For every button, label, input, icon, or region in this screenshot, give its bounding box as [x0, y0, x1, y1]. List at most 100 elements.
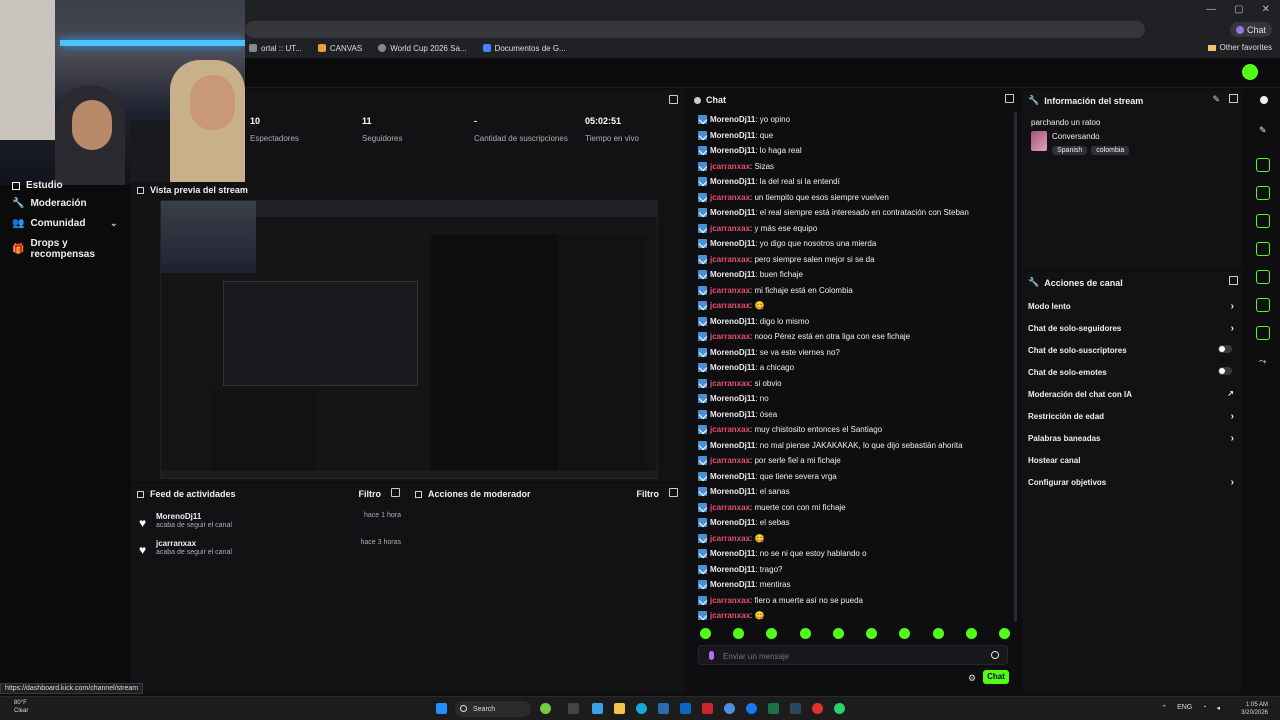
- chat-username[interactable]: MorenoDj11: [710, 177, 755, 186]
- chat-username[interactable]: jcarranxax: [710, 425, 750, 434]
- feed-item-user[interactable]: MorenoDj11: [156, 512, 201, 521]
- feed-item-user[interactable]: jcarranxax: [156, 539, 196, 548]
- channel-action-item[interactable]: Chat de solo-suscriptores: [1028, 345, 1236, 355]
- emote-icon[interactable]: [700, 628, 711, 639]
- chat-username[interactable]: jcarranxax: [710, 301, 750, 310]
- chevron-up-icon[interactable]: ⌃: [1161, 704, 1167, 712]
- popout-icon[interactable]: [391, 488, 400, 497]
- moderator-filter-button[interactable]: Filtro: [637, 489, 660, 499]
- emote-icon[interactable]: [766, 628, 778, 639]
- close-icon[interactable]: ✕: [1262, 4, 1270, 15]
- chat-username[interactable]: jcarranxax: [710, 224, 750, 233]
- share-icon[interactable]: ⤳: [1259, 356, 1266, 367]
- bookmark-item[interactable]: World Cup 2026 Sa...: [378, 44, 467, 53]
- stream-preview-video[interactable]: [160, 200, 658, 479]
- chat-username[interactable]: jcarranxax: [710, 286, 750, 295]
- list-icon[interactable]: [1256, 298, 1270, 312]
- chat-username[interactable]: jcarranxax: [710, 193, 750, 202]
- channel-action-item[interactable]: Moderación del chat con IA ↗: [1028, 389, 1236, 399]
- fullscreen-icon[interactable]: [137, 490, 144, 498]
- chat-input-box[interactable]: [698, 645, 1008, 665]
- store-icon[interactable]: [658, 703, 669, 714]
- emote-icon[interactable]: [932, 628, 944, 639]
- swap-icon[interactable]: [1256, 270, 1270, 284]
- chat-username[interactable]: MorenoDj11: [710, 115, 755, 124]
- chat-bubble-icon[interactable]: [1256, 242, 1270, 256]
- channel-action-item[interactable]: Restricción de edad ›: [1028, 411, 1236, 422]
- app-icon[interactable]: [812, 703, 823, 714]
- volume-icon[interactable]: ◂: [1216, 704, 1220, 712]
- bookmark-item[interactable]: ortal :: UT...: [249, 44, 302, 53]
- app-icon[interactable]: [724, 703, 735, 714]
- popout-icon[interactable]: [1229, 276, 1238, 285]
- bookmark-item[interactable]: Documentos de G...: [482, 44, 566, 53]
- minimize-icon[interactable]: —: [1206, 4, 1216, 15]
- sidebar-item-drops[interactable]: 🎁 Drops y recompensas: [12, 238, 131, 260]
- wifi-icon[interactable]: ◔: [1202, 704, 1206, 712]
- channel-action-item[interactable]: Palabras baneadas ›: [1028, 433, 1236, 444]
- other-favorites[interactable]: Other favorites: [1207, 43, 1272, 52]
- chat-username[interactable]: MorenoDj11: [710, 239, 755, 248]
- chat-username[interactable]: jcarranxax: [710, 332, 750, 341]
- emote-icon[interactable]: [866, 628, 878, 639]
- channel-action-item[interactable]: Configurar objetivos ›: [1028, 477, 1236, 488]
- weather-widget[interactable]: 80°F Clear: [14, 699, 28, 715]
- popout-icon[interactable]: [669, 488, 678, 497]
- folder-icon[interactable]: [614, 703, 625, 714]
- popout-icon[interactable]: [1005, 94, 1014, 103]
- channel-action-item[interactable]: Modo lento ›: [1028, 301, 1236, 312]
- edit-icon[interactable]: ✎: [1212, 94, 1220, 105]
- avatar[interactable]: [1242, 64, 1258, 80]
- chat-username[interactable]: MorenoDj11: [710, 208, 755, 217]
- emote-icon[interactable]: [998, 628, 1010, 639]
- chat-username[interactable]: jcarranxax: [710, 456, 750, 465]
- language-indicator[interactable]: ENG: [1177, 704, 1192, 712]
- toggle-switch[interactable]: [1218, 367, 1232, 375]
- chat-username[interactable]: jcarranxax: [710, 379, 750, 388]
- emote-icon[interactable]: [832, 628, 844, 639]
- chat-username[interactable]: MorenoDj11: [710, 394, 755, 403]
- emote-icon[interactable]: [799, 628, 811, 639]
- chat-username[interactable]: MorenoDj11: [710, 348, 755, 357]
- popout-icon[interactable]: [1229, 94, 1238, 103]
- emote-icon[interactable]: [899, 628, 911, 639]
- emote-icon[interactable]: [733, 628, 745, 639]
- tag[interactable]: colombia: [1091, 146, 1130, 155]
- sidebar-item-moderacion[interactable]: 🔧 Moderación: [12, 198, 87, 209]
- clock[interactable]: 1:05 AM 3/20/2026: [1241, 701, 1268, 717]
- chat-username[interactable]: MorenoDj11: [710, 146, 755, 155]
- app-icon[interactable]: [702, 703, 713, 714]
- tag[interactable]: Spanish: [1052, 146, 1088, 155]
- chat-username[interactable]: MorenoDj11: [710, 472, 755, 481]
- app-icon[interactable]: [540, 703, 551, 714]
- emote-picker-icon[interactable]: [991, 651, 999, 659]
- channel-action-item[interactable]: Chat de solo-emotes: [1028, 367, 1236, 377]
- document-icon[interactable]: [1256, 214, 1270, 228]
- maximize-icon[interactable]: ▢: [1234, 4, 1243, 15]
- taskbar-search[interactable]: Search: [455, 701, 531, 717]
- task-view-icon[interactable]: [568, 703, 579, 714]
- chat-username[interactable]: MorenoDj11: [710, 580, 755, 589]
- chat-username[interactable]: MorenoDj11: [710, 270, 755, 279]
- emote-icon[interactable]: [965, 628, 977, 639]
- chat-username[interactable]: MorenoDj11: [710, 518, 755, 527]
- chat-username[interactable]: jcarranxax: [710, 162, 750, 171]
- chat-username[interactable]: jcarranxax: [710, 611, 750, 620]
- channel-action-item[interactable]: Chat de solo-seguidores ›: [1028, 323, 1236, 334]
- sidebar-item-estudio[interactable]: Estudio: [12, 180, 63, 191]
- chat-scrollbar[interactable]: [1014, 112, 1017, 622]
- wrench-icon[interactable]: [1256, 326, 1270, 340]
- windows-start-icon[interactable]: [436, 703, 447, 714]
- whatsapp-icon[interactable]: [834, 703, 845, 714]
- chat-send-button[interactable]: Chat: [983, 670, 1009, 684]
- lightning-icon[interactable]: [1256, 186, 1270, 200]
- steam-icon[interactable]: [790, 703, 801, 714]
- chat-username[interactable]: jcarranxax: [710, 534, 750, 543]
- chat-username[interactable]: MorenoDj11: [710, 131, 755, 140]
- gear-icon[interactable]: ⚙: [968, 673, 976, 684]
- sidebar-item-comunidad[interactable]: 👥 Comunidad ⌄: [12, 218, 118, 229]
- chat-username[interactable]: jcarranxax: [710, 596, 750, 605]
- edit-icon[interactable]: ✎: [1259, 125, 1267, 136]
- camera-icon[interactable]: [1256, 158, 1270, 172]
- microphone-icon[interactable]: [709, 651, 714, 660]
